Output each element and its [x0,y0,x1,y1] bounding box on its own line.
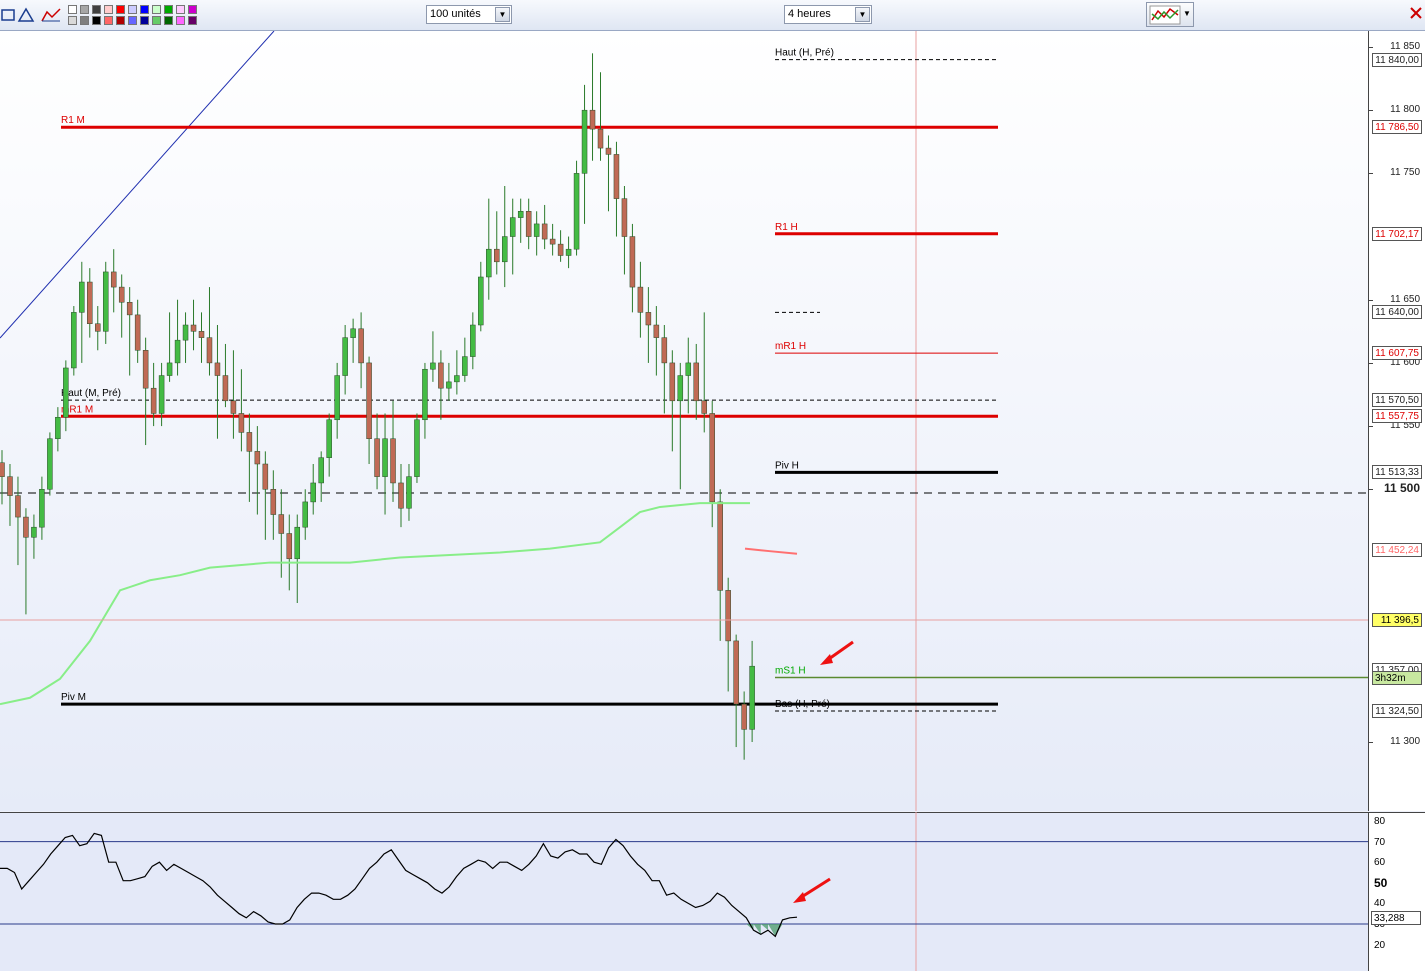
level-label: Bas (H, Pré) [775,699,830,710]
chevron-down-icon[interactable]: ▼ [495,7,510,22]
color-swatch[interactable] [140,5,149,14]
color-swatch[interactable] [128,5,137,14]
bar-countdown-label: 3h32m [1372,670,1422,685]
price-marker-label: 11 452,24 [1372,542,1422,557]
color-swatch[interactable] [116,16,125,25]
level-label: Haut (H, Pré) [775,48,834,59]
rsi-current-label: 33,288 [1371,911,1421,926]
rsi-tick-label: 50 [1374,875,1388,890]
rsi-tick-label: 70 [1374,836,1386,848]
color-swatch[interactable] [164,16,173,25]
color-swatch[interactable] [176,5,185,14]
price-tick [1369,362,1373,364]
level-label: mS1 H [775,666,806,677]
price-marker-label: 11 702,17 [1372,226,1422,241]
color-swatch[interactable] [104,5,113,14]
price-tick [1369,47,1373,48]
timeframe-select[interactable]: 4 heures ▼ [784,5,872,24]
price-marker-label: 11 607,75 [1372,346,1422,361]
color-swatch[interactable] [92,16,101,25]
level-label: Haut (M, Pré) [61,388,121,399]
units-select[interactable]: 100 unités ▼ [426,5,512,24]
color-swatch[interactable] [152,16,161,25]
trend-tool-icon[interactable] [40,6,62,24]
color-swatch[interactable] [68,16,77,25]
candle [573,160,580,256]
price-marker-label: 11 640,00 [1372,305,1422,320]
price-marker-label: 11 570,50 [1372,393,1422,408]
color-swatch[interactable] [80,16,89,25]
color-swatch[interactable] [92,5,101,14]
price-tick [1369,299,1373,301]
rectangle-tool-icon[interactable] [0,6,18,24]
price-tick [1369,742,1373,743]
price-tick-label: 11 500 [1383,481,1420,496]
price-tick-label: 11 800 [1390,104,1420,116]
close-icon[interactable] [1408,5,1424,21]
color-swatch[interactable] [188,16,197,25]
level-label: R1 M [61,115,85,126]
price-tick [1369,173,1373,175]
level-label: mR1 H [775,341,806,352]
chevron-down-icon[interactable]: ▼ [1183,9,1191,18]
triangle-tool-icon[interactable] [17,6,35,24]
price-marker-label: 11 557,75 [1372,409,1422,424]
rsi-tick-label: 40 [1374,898,1386,910]
chart-type-button[interactable]: ▼ [1146,2,1194,27]
rsi-tick-label: 20 [1374,939,1386,951]
price-marker-label: 11 324,50 [1372,704,1422,719]
color-swatch[interactable] [128,16,137,25]
rsi-tick-label: 60 [1374,857,1386,869]
price-tick-label: 11 750 [1390,167,1420,179]
candle [47,432,53,496]
price-tick [1369,489,1373,491]
color-swatch[interactable] [152,5,161,14]
color-swatch[interactable] [116,5,125,14]
price-marker-label: 11 396,5 [1372,613,1422,628]
rsi-chart[interactable] [0,812,1368,971]
candle [71,306,77,376]
price-marker-label: 11 840,00 [1372,52,1422,67]
level-label: Piv M [61,692,86,703]
price-chart[interactable]: Haut (H, Pré) R1 M R1 H mR1 H Haut (M, Pré) m… [0,31,1368,811]
chart-toolbar: 100 unités ▼ 4 heures ▼ ▼ [0,0,1425,31]
rsi-tick-label: 80 [1374,816,1386,827]
rsi-background [0,812,1368,971]
color-swatch[interactable] [188,5,197,14]
color-swatch[interactable] [140,16,149,25]
color-swatch[interactable] [68,5,77,14]
level-label: Piv H [775,460,799,471]
color-swatch[interactable] [176,16,185,25]
price-marker-label: 11 786,50 [1372,120,1422,135]
level-label: R1 H [775,222,798,233]
rsi-axis[interactable]: 8070605040302033,288 [1368,812,1425,971]
price-tick [1369,426,1373,428]
color-palette [67,4,221,26]
units-select-value: 100 unités [430,8,481,20]
color-swatch[interactable] [164,5,173,14]
price-tick-label: 11 300 [1390,736,1420,747]
timeframe-select-value: 4 heures [788,8,831,20]
color-swatch[interactable] [104,16,113,25]
price-marker-label: 11 513,33 [1372,465,1422,480]
color-swatch[interactable] [80,5,89,14]
candle [414,413,420,483]
chevron-down-icon[interactable]: ▼ [855,7,870,22]
price-axis[interactable]: 11 850 11 800 11 750 11 650 11 600 11 550 11 5… [1368,31,1425,811]
price-tick [1369,110,1373,112]
price-chart-background [0,31,1368,811]
chart-type-icon [1149,5,1181,25]
